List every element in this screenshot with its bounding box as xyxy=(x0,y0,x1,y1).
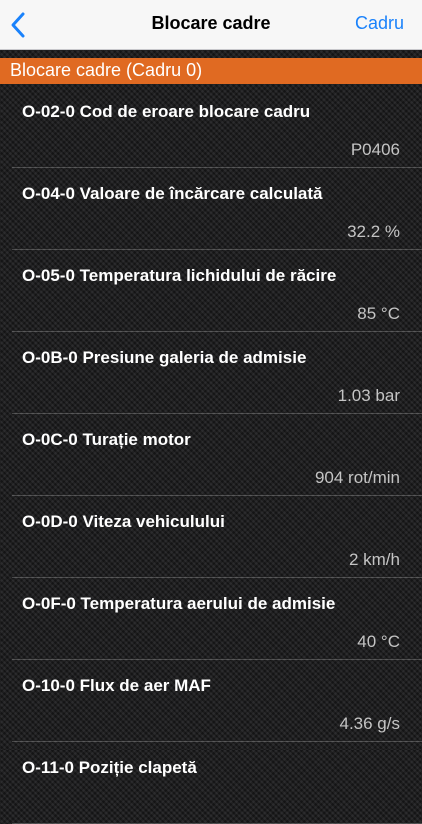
freeze-frame-list: O-02-0 Cod de eroare blocare cadru P0406… xyxy=(0,86,422,824)
item-label: O-0C-0 Turație motor xyxy=(22,430,191,449)
list-item[interactable]: O-0F-0 Temperatura aerului de admisie 40… xyxy=(0,578,422,660)
chevron-left-icon xyxy=(11,12,25,38)
list-item[interactable]: O-11-0 Poziție clapetă xyxy=(0,742,422,824)
list-item[interactable]: O-05-0 Temperatura lichidului de răcire … xyxy=(0,250,422,332)
back-button[interactable] xyxy=(6,8,36,42)
item-label: O-0F-0 Temperatura aerului de admisie xyxy=(22,594,336,613)
item-value: P0406 xyxy=(350,140,400,159)
item-value: 40 °C xyxy=(357,632,400,651)
item-value: 1.03 bar xyxy=(337,386,400,405)
item-label: O-11-0 Poziție clapetă xyxy=(22,758,197,777)
frame-select-button[interactable]: Cadru xyxy=(355,13,404,34)
list-item[interactable]: O-0D-0 Viteza vehiculului 2 km/h xyxy=(0,496,422,578)
item-label: O-05-0 Temperatura lichidului de răcire xyxy=(22,266,337,285)
item-value: 85 °C xyxy=(357,304,400,323)
item-label: O-0B-0 Presiune galeria de admisie xyxy=(22,348,307,367)
item-label: O-02-0 Cod de eroare blocare cadru xyxy=(22,102,311,121)
navigation-bar: Blocare cadre Cadru xyxy=(0,0,422,50)
item-value: 904 rot/min xyxy=(314,468,400,487)
list-item[interactable]: O-10-0 Flux de aer MAF 4.36 g/s xyxy=(0,660,422,742)
list-item[interactable]: O-0B-0 Presiune galeria de admisie 1.03 … xyxy=(0,332,422,414)
item-label: O-0D-0 Viteza vehiculului xyxy=(22,512,225,531)
list-item[interactable]: O-04-0 Valoare de încărcare calculată 32… xyxy=(0,168,422,250)
item-value: 32.2 % xyxy=(347,222,400,241)
item-label: O-10-0 Flux de aer MAF xyxy=(22,676,211,695)
list-item[interactable]: O-02-0 Cod de eroare blocare cadru P0406 xyxy=(0,86,422,168)
item-value: 2 km/h xyxy=(348,550,400,569)
item-value: 4.36 g/s xyxy=(339,714,401,733)
list-item[interactable]: O-0C-0 Turație motor 904 rot/min xyxy=(0,414,422,496)
section-header: Blocare cadre (Cadru 0) xyxy=(0,58,422,84)
section-title: Blocare cadre (Cadru 0) xyxy=(10,60,203,80)
item-label: O-04-0 Valoare de încărcare calculată xyxy=(22,184,323,203)
page-title: Blocare cadre xyxy=(151,13,271,33)
